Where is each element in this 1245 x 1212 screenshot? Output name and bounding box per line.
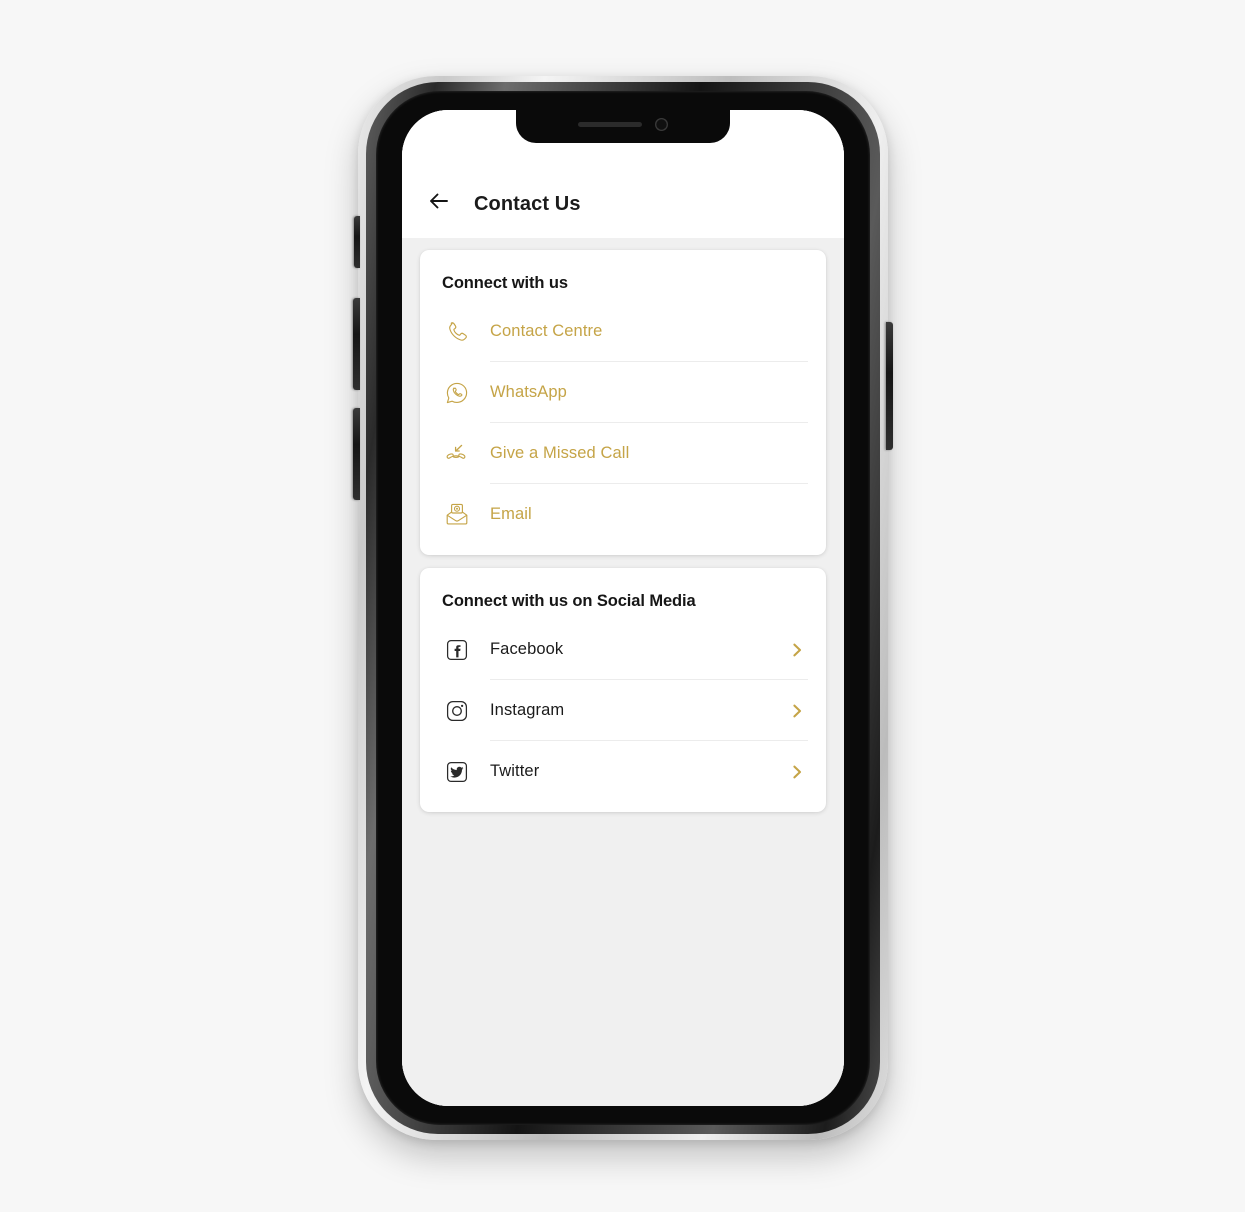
list-item-label: Twitter xyxy=(490,762,540,780)
list-item-whatsapp[interactable]: WhatsApp xyxy=(420,362,826,423)
twitter-icon xyxy=(442,757,472,787)
whatsapp-icon xyxy=(442,378,472,408)
list-item-body: Twitter xyxy=(490,741,808,802)
list-item-give-a-missed-call[interactable]: Give a Missed Call xyxy=(420,423,826,484)
device-notch xyxy=(516,110,730,143)
content-scroll-area[interactable]: Connect with us Contact Centre WhatsApp … xyxy=(402,238,844,1106)
phone-call-icon xyxy=(442,317,472,347)
facebook-icon xyxy=(442,635,472,665)
instagram-icon xyxy=(442,696,472,726)
volume-up-button[interactable] xyxy=(353,298,360,390)
chevron-right-icon[interactable] xyxy=(788,702,806,720)
connect-with-us-card: Connect with us Contact Centre WhatsApp … xyxy=(420,250,826,555)
list-item-body: WhatsApp xyxy=(490,362,808,423)
list-item-label: Give a Missed Call xyxy=(490,444,630,462)
list-item-twitter[interactable]: Twitter xyxy=(420,741,826,802)
contact-us-screen: Contact Us Connect with us Contact Centr… xyxy=(402,110,844,1106)
email-at-icon xyxy=(442,500,472,530)
section-title-social-media: Connect with us on Social Media xyxy=(442,592,696,610)
back-button[interactable] xyxy=(424,186,454,216)
speaker-grille-icon xyxy=(578,122,642,127)
volume-down-button[interactable] xyxy=(353,408,360,500)
list-item-email[interactable]: Email xyxy=(420,484,826,545)
list-item-body: Instagram xyxy=(490,680,808,741)
list-item-body: Contact Centre xyxy=(490,301,808,362)
list-item-body: Email xyxy=(490,484,808,545)
social-media-card: Connect with us on Social Media Facebook xyxy=(420,568,826,812)
list-item-label: Contact Centre xyxy=(490,322,603,340)
list-item-instagram[interactable]: Instagram xyxy=(420,680,826,741)
chevron-right-icon[interactable] xyxy=(788,641,806,659)
list-item-label: Email xyxy=(490,505,532,523)
list-item-body: Give a Missed Call xyxy=(490,423,808,484)
chevron-right-icon[interactable] xyxy=(788,763,806,781)
list-item-label: Facebook xyxy=(490,640,564,658)
front-camera-icon xyxy=(655,118,668,131)
mute-switch[interactable] xyxy=(354,216,360,268)
phone-screen: Contact Us Connect with us Contact Centr… xyxy=(402,110,844,1106)
screenshot-canvas: Contact Us Connect with us Contact Centr… xyxy=(0,0,1245,1212)
list-item-label: Instagram xyxy=(490,701,565,719)
list-item-facebook[interactable]: Facebook xyxy=(420,619,826,680)
section-title-connect-with-us: Connect with us xyxy=(442,274,568,292)
arrow-left-icon xyxy=(430,193,448,209)
page-title: Contact Us xyxy=(474,193,581,215)
list-item-label: WhatsApp xyxy=(490,383,567,401)
missed-call-icon xyxy=(442,439,472,469)
list-item-contact-centre[interactable]: Contact Centre xyxy=(420,301,826,362)
list-item-body: Facebook xyxy=(490,619,808,680)
phone-device-mockup: Contact Us Connect with us Contact Centr… xyxy=(353,76,893,1140)
power-button[interactable] xyxy=(886,322,893,450)
